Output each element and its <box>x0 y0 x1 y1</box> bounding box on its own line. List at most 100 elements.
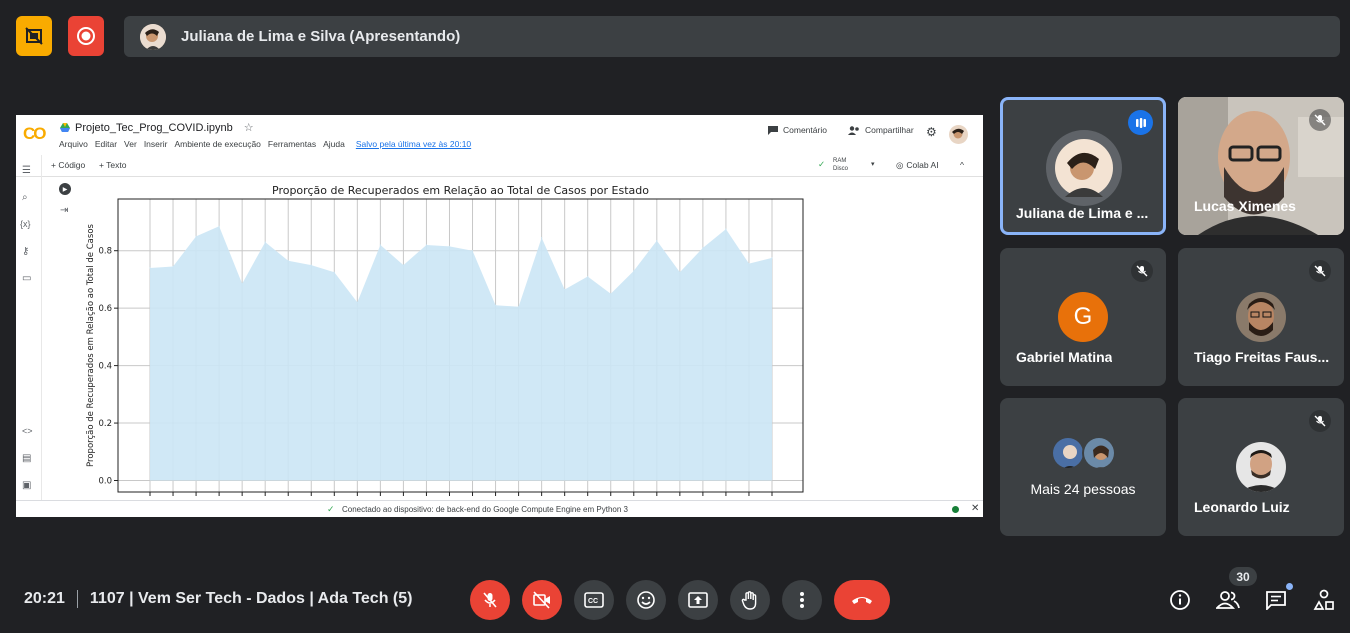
data-point <box>471 250 474 252</box>
menu-ambiente[interactable]: Ambiente de execução <box>174 139 260 149</box>
menu-ver[interactable]: Ver <box>124 139 137 149</box>
presenter-label: Juliana de Lima e Silva (Apresentando) <box>181 28 461 45</box>
participant-tile-gabriel[interactable]: G Gabriel Matina <box>1000 248 1166 386</box>
info-icon <box>1170 590 1190 610</box>
toc-icon[interactable]: ☰ <box>22 165 31 176</box>
hide-tiles-button[interactable] <box>16 16 52 56</box>
colab-ai-label: Colab AI <box>906 160 939 170</box>
data-point <box>287 260 289 262</box>
share-button[interactable]: Compartilhar <box>848 125 914 135</box>
present-button[interactable] <box>678 580 718 620</box>
emoji-icon <box>637 591 655 609</box>
avatar <box>1236 442 1286 492</box>
more-participants-label: Mais 24 pessoas <box>1030 481 1136 497</box>
activities-button[interactable] <box>1311 587 1337 613</box>
meeting-details-button[interactable] <box>1167 587 1193 613</box>
add-code-button[interactable]: + Código <box>51 160 85 170</box>
speaking-indicator-icon <box>1128 110 1153 135</box>
data-point <box>402 264 405 266</box>
data-point <box>494 304 497 306</box>
drive-icon <box>60 123 70 132</box>
meeting-title: 1107 | Vem Ser Tech - Dados | Ada Tech (… <box>89 590 413 607</box>
star-icon[interactable]: ☆ <box>244 121 254 134</box>
runtime-dropdown-icon[interactable]: ▾ <box>871 160 875 168</box>
raise-hand-button[interactable] <box>730 580 770 620</box>
camera-toggle-button[interactable] <box>522 580 562 620</box>
menu-ferramentas[interactable]: Ferramentas <box>268 139 316 149</box>
activities-icon <box>1313 589 1334 610</box>
participant-tile-juliana[interactable]: Juliana de Lima e ... <box>1000 97 1166 235</box>
comment-button[interactable]: Comentário <box>768 125 827 135</box>
participant-tile-tiago[interactable]: Tiago Freitas Faus... <box>1178 248 1344 386</box>
data-point <box>725 228 727 230</box>
last-saved-link[interactable]: Salvo pela última vez às 20:10 <box>356 139 471 149</box>
mic-toggle-button[interactable] <box>470 580 510 620</box>
colab-logo: CO <box>23 124 46 143</box>
resource-monitor[interactable]: RAM Disco <box>833 157 848 173</box>
meeting-info: 20:21 1107 | Vem Ser Tech - Dados | Ada … <box>24 590 412 608</box>
y-tick-label: 0.4 <box>98 362 112 372</box>
data-point <box>425 244 428 246</box>
chat-button[interactable] <box>1263 583 1293 613</box>
data-point <box>333 271 335 273</box>
more-vert-icon <box>800 592 804 608</box>
participant-tile-leonardo[interactable]: Leonardo Luiz <box>1178 398 1344 536</box>
participant-name: Leonardo Luiz <box>1194 499 1290 515</box>
data-point <box>633 270 635 272</box>
connected-dot-icon <box>952 506 959 513</box>
mic-off-icon <box>1309 109 1331 131</box>
colab-header: CO Projeto_Tec_Prog_COVID.ipynb ☆ Arquiv… <box>16 115 983 155</box>
participant-tile-more[interactable]: Mais 24 pessoas <box>1000 398 1166 536</box>
recording-button[interactable] <box>68 16 104 56</box>
menu-editar[interactable]: Editar <box>95 139 117 149</box>
participant-name: Gabriel Matina <box>1016 349 1113 365</box>
y-tick-label: 0.8 <box>98 247 112 257</box>
call-end-icon <box>852 597 872 604</box>
clock: 20:21 <box>24 590 65 607</box>
mic-off-icon <box>1309 410 1331 432</box>
account-avatar[interactable] <box>949 125 968 144</box>
data-point <box>587 275 589 278</box>
notebook-filename: Projeto_Tec_Prog_COVID.ipynb <box>75 121 233 134</box>
data-point <box>218 225 220 227</box>
data-point <box>172 265 174 268</box>
menu-inserir[interactable]: Inserir <box>144 139 168 149</box>
notebook-title[interactable]: Projeto_Tec_Prog_COVID.ipynb ☆ <box>60 121 254 134</box>
colab-status-bar: ✓ Conectado ao dispositivo: de back-end … <box>16 500 983 517</box>
add-text-button[interactable]: + Texto <box>99 160 127 170</box>
colab-ai-button[interactable]: ◎ Colab AI <box>896 160 939 171</box>
people-button[interactable] <box>1215 587 1241 613</box>
mic-off-icon <box>483 592 497 608</box>
data-point <box>679 271 681 273</box>
y-tick-label: 0.2 <box>98 419 112 429</box>
close-icon[interactable]: ✕ <box>971 503 979 514</box>
settings-icon[interactable]: ⚙ <box>926 125 937 139</box>
data-point <box>771 257 773 259</box>
avatar: G <box>1058 292 1108 342</box>
reactions-button[interactable] <box>626 580 666 620</box>
share-label: Compartilhar <box>865 125 914 135</box>
data-point <box>748 263 750 265</box>
connected-check-icon: ✓ <box>327 504 335 514</box>
videocam-off-icon <box>533 591 550 609</box>
menu-ajuda[interactable]: Ajuda <box>323 139 345 149</box>
data-point <box>564 288 566 291</box>
divider <box>76 590 78 608</box>
captions-button[interactable]: CC <box>574 580 614 620</box>
presentation-banner: Juliana de Lima e Silva (Apresentando) <box>124 16 1340 57</box>
data-point <box>264 241 266 243</box>
leave-call-button[interactable] <box>834 580 890 620</box>
meet-window: Juliana de Lima e Silva (Apresentando) C… <box>0 0 1350 633</box>
shared-screen: CO Projeto_Tec_Prog_COVID.ipynb ☆ Arquiv… <box>16 115 983 517</box>
participant-tile-lucas[interactable]: Lucas Ximenes <box>1178 97 1344 235</box>
collapse-icon[interactable]: ^ <box>960 160 964 170</box>
more-options-button[interactable] <box>782 580 822 620</box>
menu-arquivo[interactable]: Arquivo <box>59 139 88 149</box>
y-tick-label: 0.6 <box>98 304 112 314</box>
data-point <box>448 245 451 247</box>
ram-label: RAM <box>833 158 847 164</box>
participant-name: Juliana de Lima e ... <box>1016 205 1149 221</box>
no-video-layout-icon <box>25 27 43 45</box>
participant-name: Lucas Ximenes <box>1194 198 1296 214</box>
data-point <box>656 240 658 242</box>
